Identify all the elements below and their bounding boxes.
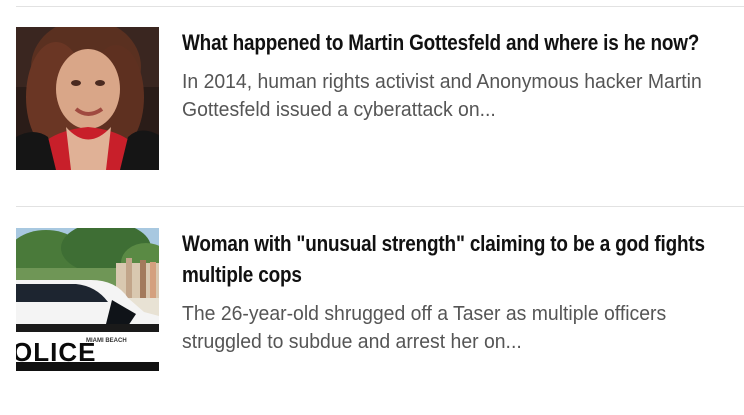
article-card[interactable]: MIAMI BEACH OLICE Woman with "unusual st… [16,228,744,373]
article-summary: The 26-year-old shrugged off a Taser as … [182,303,667,353]
article-thumbnail[interactable] [16,27,159,170]
article-summary: In 2014, human rights activist and Anony… [182,71,702,121]
top-divider [16,6,744,7]
police-car-image: MIAMI BEACH OLICE [16,228,159,371]
police-lettering: OLICE [16,337,96,367]
article-headline[interactable]: What happened to Martin Gottesfeld and w… [182,27,743,58]
article-thumbnail[interactable]: MIAMI BEACH OLICE [16,228,159,371]
woman-portrait-image [16,27,159,170]
article-headline[interactable]: Woman with "unusual strength" claiming t… [182,228,743,290]
article-divider [16,206,744,207]
article-card[interactable]: What happened to Martin Gottesfeld and w… [16,27,744,172]
